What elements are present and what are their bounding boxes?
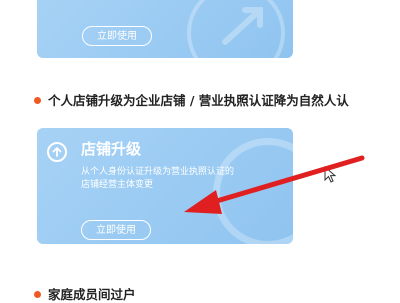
section-upgrade-text: 个人店铺升级为企业店铺 / 营业执照认证降为自然人认 — [48, 93, 349, 108]
upload-arrow-icon — [47, 142, 67, 162]
use-now-button-top[interactable]: 立即使用 — [82, 26, 152, 46]
section-family-heading: 家庭成员间过户 — [34, 284, 136, 303]
decorative-arrow-icon — [222, 7, 263, 45]
use-now-button[interactable]: 立即使用 — [81, 220, 151, 240]
bullet-dot — [34, 97, 41, 104]
annotation-arrow — [184, 155, 365, 214]
service-card-top: 立即使用 — [37, 0, 293, 58]
section-upgrade-heading: 个人店铺升级为企业店铺 / 营业执照认证降为自然人认 — [34, 90, 349, 109]
card-title: 店铺升级 — [81, 140, 142, 158]
bullet-dot — [34, 291, 41, 298]
